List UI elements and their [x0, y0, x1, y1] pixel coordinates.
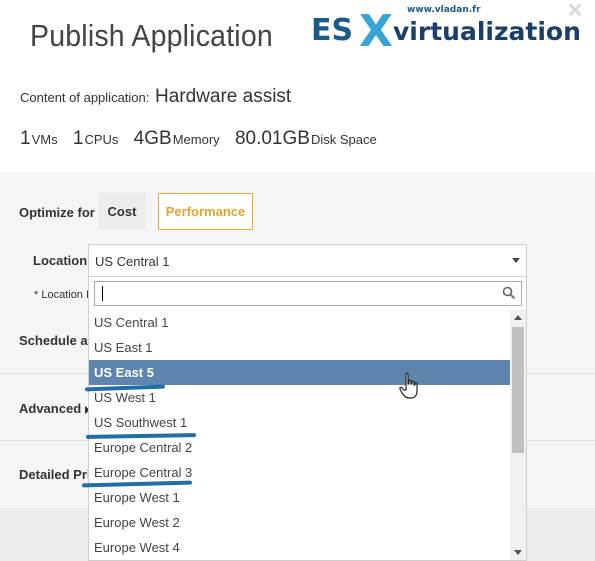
cost-button[interactable]: Cost — [98, 193, 146, 229]
publish-application-dialog: Publish Application ES X virtualization … — [0, 0, 595, 561]
search-icon — [502, 286, 516, 300]
advanced-toggle[interactable]: Advanced — [19, 401, 91, 416]
dropdown-scrollbar[interactable] — [510, 310, 526, 560]
performance-button[interactable]: Performance — [158, 193, 253, 230]
resource-summary: 1VMs 1CPUs 4GBMemory 80.01GBDisk Space — [20, 128, 387, 150]
scroll-down-icon[interactable] — [514, 550, 522, 555]
detailed-pricing-label[interactable]: Detailed Pri — [19, 467, 89, 482]
location-option[interactable]: Europe West 1 — [89, 485, 510, 510]
location-selected-value: US Central 1 — [95, 254, 170, 269]
location-search-box[interactable] — [94, 281, 522, 306]
close-icon[interactable]: ✕ — [566, 1, 584, 21]
svg-text:X: X — [359, 6, 393, 52]
location-dropdown: US Central 1 US East 1 US East 5 US West… — [88, 277, 527, 561]
schedule-application-label[interactable]: Schedule ap — [19, 333, 89, 348]
dialog-title: Publish Application — [30, 18, 273, 53]
content-prefix: Content of application: — [20, 90, 150, 105]
scrollbar-thumb[interactable] — [512, 327, 524, 453]
resource-disk-space: 80.01GBDisk Space — [234, 128, 377, 149]
hand-cursor-icon — [399, 372, 418, 399]
advanced-label: Advanced — [19, 401, 82, 416]
content-of-application: Content of application: Hardware assist — [20, 86, 291, 108]
logo-site-url: www.vladan.fr — [407, 5, 481, 15]
location-detail-label: * Location I — [34, 289, 89, 301]
scroll-up-icon[interactable] — [514, 315, 522, 320]
resource-cpus: 1CPUs — [72, 128, 119, 149]
location-option[interactable]: US Southwest 1 — [89, 410, 510, 435]
content-value: Hardware assist — [155, 86, 292, 107]
location-label: Location — [33, 253, 88, 268]
location-option[interactable]: Europe West 4 — [89, 535, 510, 560]
text-cursor — [102, 286, 103, 301]
location-select[interactable]: US Central 1 — [88, 244, 527, 277]
location-option[interactable]: US East 1 — [89, 335, 510, 360]
resource-memory: 4GBMemory — [133, 128, 220, 149]
location-option-highlighted[interactable]: US East 5 — [89, 360, 510, 385]
chevron-down-icon — [512, 258, 520, 263]
location-search-input[interactable] — [95, 282, 495, 305]
svg-text:ES: ES — [311, 13, 353, 48]
location-option[interactable]: Europe Central 2 — [89, 435, 510, 460]
svg-text:virtualization: virtualization — [393, 17, 581, 46]
resource-vms: 1VMs — [20, 128, 58, 149]
optimize-for-label: Optimize for — [19, 205, 95, 220]
esxvirtualization-logo: ES X virtualization www.vladan.fr — [309, 4, 589, 52]
location-option[interactable]: US Central 1 — [89, 310, 510, 335]
location-option[interactable]: Europe West 2 — [89, 510, 510, 535]
